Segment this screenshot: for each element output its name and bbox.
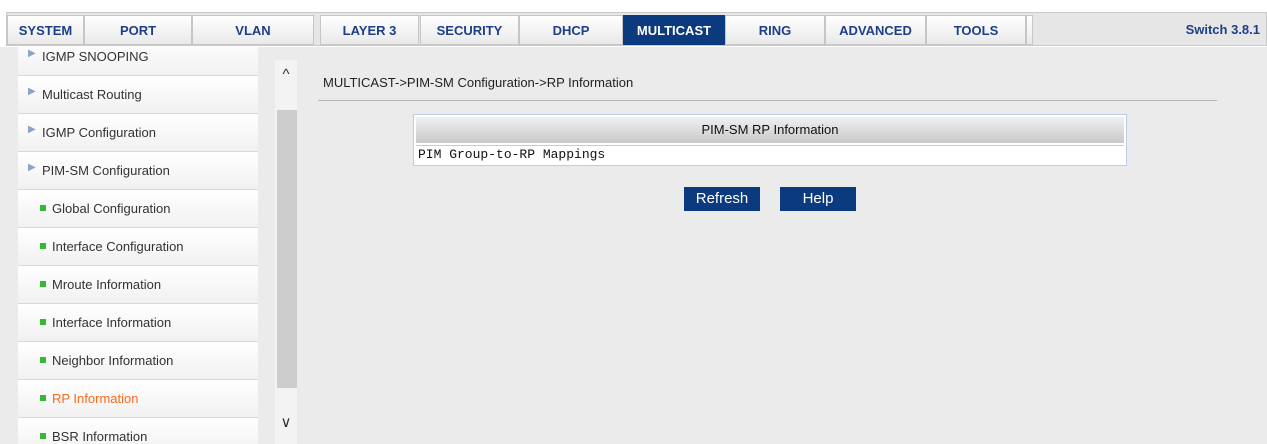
tab-security[interactable]: SECURITY [420, 15, 519, 45]
breadcrumb-divider [318, 100, 1217, 101]
tab-ring[interactable]: RING [725, 15, 825, 45]
sidebar-item-neighbor-information[interactable]: Neighbor Information [18, 342, 258, 380]
sidebar-item-label: BSR Information [52, 429, 148, 444]
sidebar-item-label: IGMP SNOOPING [42, 49, 149, 64]
bullet-square-icon [40, 281, 46, 287]
sidebar-item-interface-information[interactable]: Interface Information [18, 304, 258, 342]
tab-system[interactable]: SYSTEM [7, 15, 84, 45]
rp-information-table: PIM-SM RP Information PIM Group-to-RP Ma… [413, 114, 1127, 166]
bullet-square-icon [40, 319, 46, 325]
main-menu-tabs: SYSTEM PORT VLAN LAYER 3 SECURITY DHCP M… [6, 12, 1267, 46]
firmware-version: Switch 3.8.1 [1185, 22, 1260, 37]
sidebar-item-label: Interface Information [52, 315, 172, 330]
breadcrumb: MULTICAST->PIM-SM Configuration->RP Info… [323, 75, 634, 90]
table-header: PIM-SM RP Information [416, 117, 1124, 143]
sidebar-item-label: RP Information [52, 391, 139, 406]
bullet-square-icon [40, 357, 46, 363]
sidebar-item-label: Mroute Information [52, 277, 162, 292]
refresh-button[interactable]: Refresh [684, 187, 760, 211]
caret-right-icon: ▶ [28, 86, 36, 97]
sidebar-item-igmp-configuration[interactable]: ▶ IGMP Configuration [18, 114, 258, 152]
sidebar-item-pim-sm-configuration[interactable]: ▶ PIM-SM Configuration [18, 152, 258, 190]
bullet-square-icon [40, 243, 46, 249]
sidebar-item-bsr-information[interactable]: BSR Information [18, 418, 258, 444]
caret-right-icon: ▶ [28, 124, 36, 135]
sidebar-item-rp-information[interactable]: RP Information [18, 380, 258, 418]
sidebar-item-label: IGMP Configuration [42, 125, 156, 140]
sidebar-item-label: Global Configuration [52, 201, 171, 216]
tab-spacer [1026, 15, 1033, 45]
table-row: PIM Group-to-RP Mappings [416, 145, 1124, 164]
tab-tools[interactable]: TOOLS [926, 15, 1026, 45]
sidebar-item-label: Neighbor Information [52, 353, 174, 368]
bullet-square-icon [40, 205, 46, 211]
tab-advanced[interactable]: ADVANCED [825, 15, 926, 45]
sidebar-scrollbar-thumb[interactable] [277, 110, 297, 388]
sidebar-item-igmp-snooping[interactable]: ▶ IGMP SNOOPING [18, 47, 258, 76]
tab-multicast[interactable]: MULTICAST [623, 15, 725, 45]
sidebar-item-mroute-information[interactable]: Mroute Information [18, 266, 258, 304]
help-button[interactable]: Help [780, 187, 856, 211]
sidebar-item-label: Interface Configuration [52, 239, 184, 254]
bullet-square-icon [40, 433, 46, 439]
bullet-square-icon [40, 395, 46, 401]
tab-layer3[interactable]: LAYER 3 [320, 15, 419, 45]
caret-right-icon: ▶ [28, 48, 36, 59]
sidebar-item-interface-configuration[interactable]: Interface Configuration [18, 228, 258, 266]
sidebar-item-label: Multicast Routing [42, 87, 142, 102]
top-navigation-bar: SYSTEM PORT VLAN LAYER 3 SECURITY DHCP M… [0, 0, 1267, 47]
tab-port[interactable]: PORT [84, 15, 192, 45]
sidebar-menu: ▶ IGMP SNOOPING ▶ Multicast Routing ▶ IG… [18, 47, 258, 444]
tab-dhcp[interactable]: DHCP [519, 15, 623, 45]
sidebar-item-global-configuration[interactable]: Global Configuration [18, 190, 258, 228]
sidebar-item-label: PIM-SM Configuration [42, 163, 170, 178]
sidebar-item-multicast-routing[interactable]: ▶ Multicast Routing [18, 76, 258, 114]
scroll-down-icon[interactable]: ∨ [275, 408, 297, 438]
tab-vlan[interactable]: VLAN [192, 15, 314, 45]
caret-right-icon: ▶ [28, 162, 36, 173]
scroll-up-icon[interactable]: ^ [275, 60, 297, 90]
